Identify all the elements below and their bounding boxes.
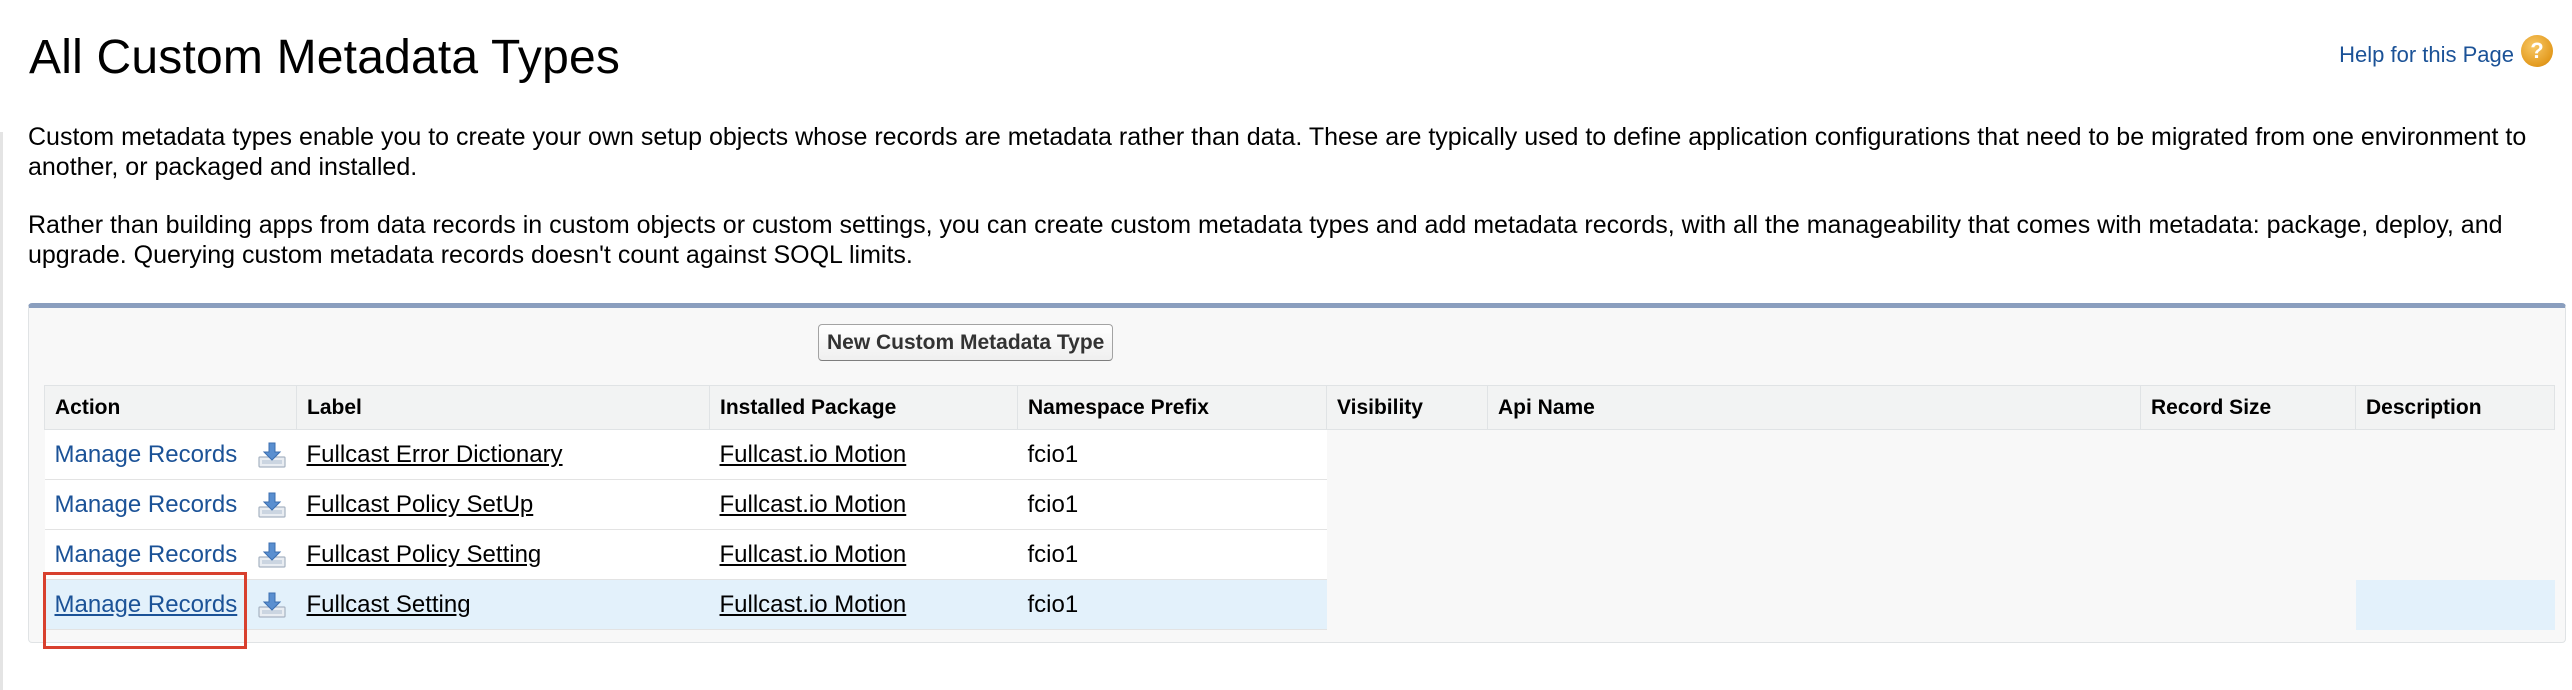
namespace-prefix-cell: fcio1 [1017, 529, 1327, 580]
column-header-namespace-prefix[interactable]: Namespace Prefix [1017, 385, 1327, 430]
intro-paragraph-limits: Rather than building apps from data reco… [28, 211, 2503, 269]
manage-records-link[interactable]: Manage Records [55, 491, 238, 518]
download-icon[interactable] [257, 441, 287, 469]
page-title: All Custom Metadata Types [29, 31, 621, 84]
namespace-prefix-cell: fcio1 [1017, 479, 1327, 530]
description-cell [2355, 579, 2555, 630]
installed-package-cell: Fullcast.io Motion [709, 529, 1018, 580]
label-cell: Fullcast Policy SetUp [296, 479, 710, 530]
table-row-highlighted: Manage Records Fullcast Setting Fullcast… [44, 579, 2555, 630]
installed-package-cell: Fullcast.io Motion [709, 479, 1018, 530]
metadata-types-table: Action Label Installed Package Namespace… [44, 385, 2555, 630]
help-link[interactable]: Help for this Page [2339, 42, 2514, 68]
download-icon[interactable] [257, 591, 287, 619]
visibility-cell [1326, 529, 1488, 580]
table-row: Manage Records Fullcast Policy Setting F… [44, 529, 2555, 580]
record-size-cell [2140, 529, 2356, 580]
action-cell: Manage Records [44, 529, 297, 580]
manage-records-link[interactable]: Manage Records [55, 441, 238, 468]
installed-package-link[interactable]: Fullcast.io Motion [720, 541, 907, 568]
record-size-cell [2140, 579, 2356, 630]
installed-package-link[interactable]: Fullcast.io Motion [720, 591, 907, 618]
metadata-types-panel: New Custom Metadata Type Action Label In… [28, 303, 2566, 643]
metadata-type-label-link[interactable]: Fullcast Setting [307, 591, 471, 618]
installed-package-link[interactable]: Fullcast.io Motion [720, 491, 907, 518]
table-row: Manage Records Fullcast Policy SetUp Ful… [44, 479, 2555, 530]
intro-paragraph: Custom metadata types enable you to crea… [28, 123, 2527, 181]
record-size-cell [2140, 429, 2356, 480]
api-name-cell [1487, 479, 2141, 530]
api-name-cell [1487, 429, 2141, 480]
column-header-label[interactable]: Label [296, 385, 710, 430]
metadata-type-label-link[interactable]: Fullcast Policy Setting [307, 541, 542, 568]
description-cell [2355, 529, 2555, 580]
description-cell [2355, 429, 2555, 480]
namespace-prefix-cell: fcio1 [1017, 579, 1327, 630]
column-header-record-size[interactable]: Record Size [2140, 385, 2356, 430]
installed-package-cell: Fullcast.io Motion [709, 579, 1018, 630]
column-header-action: Action [44, 385, 297, 430]
visibility-cell [1326, 479, 1488, 530]
record-size-cell [2140, 479, 2356, 530]
column-header-visibility[interactable]: Visibility [1326, 385, 1488, 430]
action-cell: Manage Records [44, 579, 297, 630]
column-header-installed-package[interactable]: Installed Package [709, 385, 1018, 430]
download-icon[interactable] [257, 541, 287, 569]
label-cell: Fullcast Setting [296, 579, 710, 630]
column-header-api-name[interactable]: Api Name [1487, 385, 2141, 430]
left-border [0, 132, 3, 690]
installed-package-link[interactable]: Fullcast.io Motion [720, 441, 907, 468]
table-header-row: Action Label Installed Package Namespace… [44, 385, 2555, 430]
visibility-cell [1326, 579, 1488, 630]
installed-package-cell: Fullcast.io Motion [709, 429, 1018, 480]
description-cell [2355, 479, 2555, 530]
manage-records-link[interactable]: Manage Records [55, 591, 238, 618]
download-icon[interactable] [257, 491, 287, 519]
api-name-cell [1487, 529, 2141, 580]
action-cell: Manage Records [44, 429, 297, 480]
action-cell: Manage Records [44, 479, 297, 530]
label-cell: Fullcast Error Dictionary [296, 429, 710, 480]
metadata-type-label-link[interactable]: Fullcast Policy SetUp [307, 491, 534, 518]
column-header-description[interactable]: Description [2355, 385, 2555, 430]
api-name-cell [1487, 579, 2141, 630]
namespace-prefix-cell: fcio1 [1017, 429, 1327, 480]
metadata-type-label-link[interactable]: Fullcast Error Dictionary [307, 441, 563, 468]
question-mark-icon[interactable]: ? [2521, 35, 2553, 67]
new-custom-metadata-type-button[interactable]: New Custom Metadata Type [818, 324, 1114, 361]
visibility-cell [1326, 429, 1488, 480]
label-cell: Fullcast Policy Setting [296, 529, 710, 580]
table-row: Manage Records Fullcast Error Dictionary… [44, 429, 2555, 480]
manage-records-link[interactable]: Manage Records [55, 541, 238, 568]
